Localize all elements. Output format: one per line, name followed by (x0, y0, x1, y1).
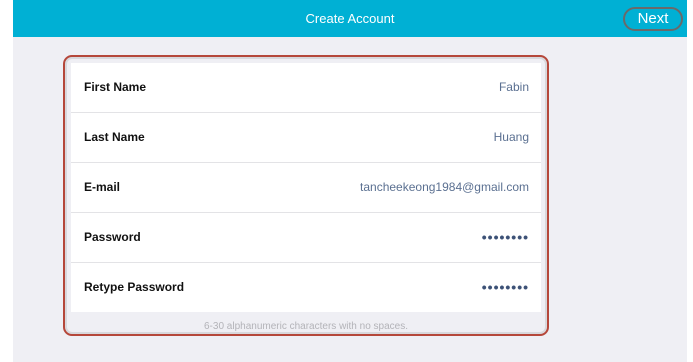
navigation-bar: Create Account Next (13, 0, 687, 37)
page-title: Create Account (305, 11, 395, 26)
app-window: Create Account Next First Name Fabin Las… (13, 0, 687, 362)
password-label: Password (84, 230, 141, 244)
retype-password-field[interactable]: •••••••• (482, 263, 529, 312)
next-button[interactable]: Next (623, 7, 683, 31)
email-field[interactable]: tancheekeong1984@gmail.com (360, 163, 529, 212)
password-row[interactable]: Password •••••••• (71, 213, 541, 263)
form-rows: First Name Fabin Last Name Huang E-mail … (71, 63, 541, 312)
first-name-label: First Name (84, 80, 147, 94)
retype-password-label: Retype Password (84, 280, 185, 294)
last-name-label: Last Name (84, 130, 145, 144)
retype-password-row[interactable]: Retype Password •••••••• (71, 263, 541, 312)
last-name-field[interactable]: Huang (494, 113, 529, 162)
email-label: E-mail (84, 180, 121, 194)
account-form: First Name Fabin Last Name Huang E-mail … (63, 55, 549, 336)
password-hint: 6-30 alphanumeric characters with no spa… (204, 321, 408, 332)
email-row[interactable]: E-mail tancheekeong1984@gmail.com (71, 163, 541, 213)
first-name-field[interactable]: Fabin (499, 63, 529, 112)
last-name-row[interactable]: Last Name Huang (71, 113, 541, 163)
first-name-row[interactable]: First Name Fabin (71, 63, 541, 113)
password-field[interactable]: •••••••• (482, 213, 529, 262)
